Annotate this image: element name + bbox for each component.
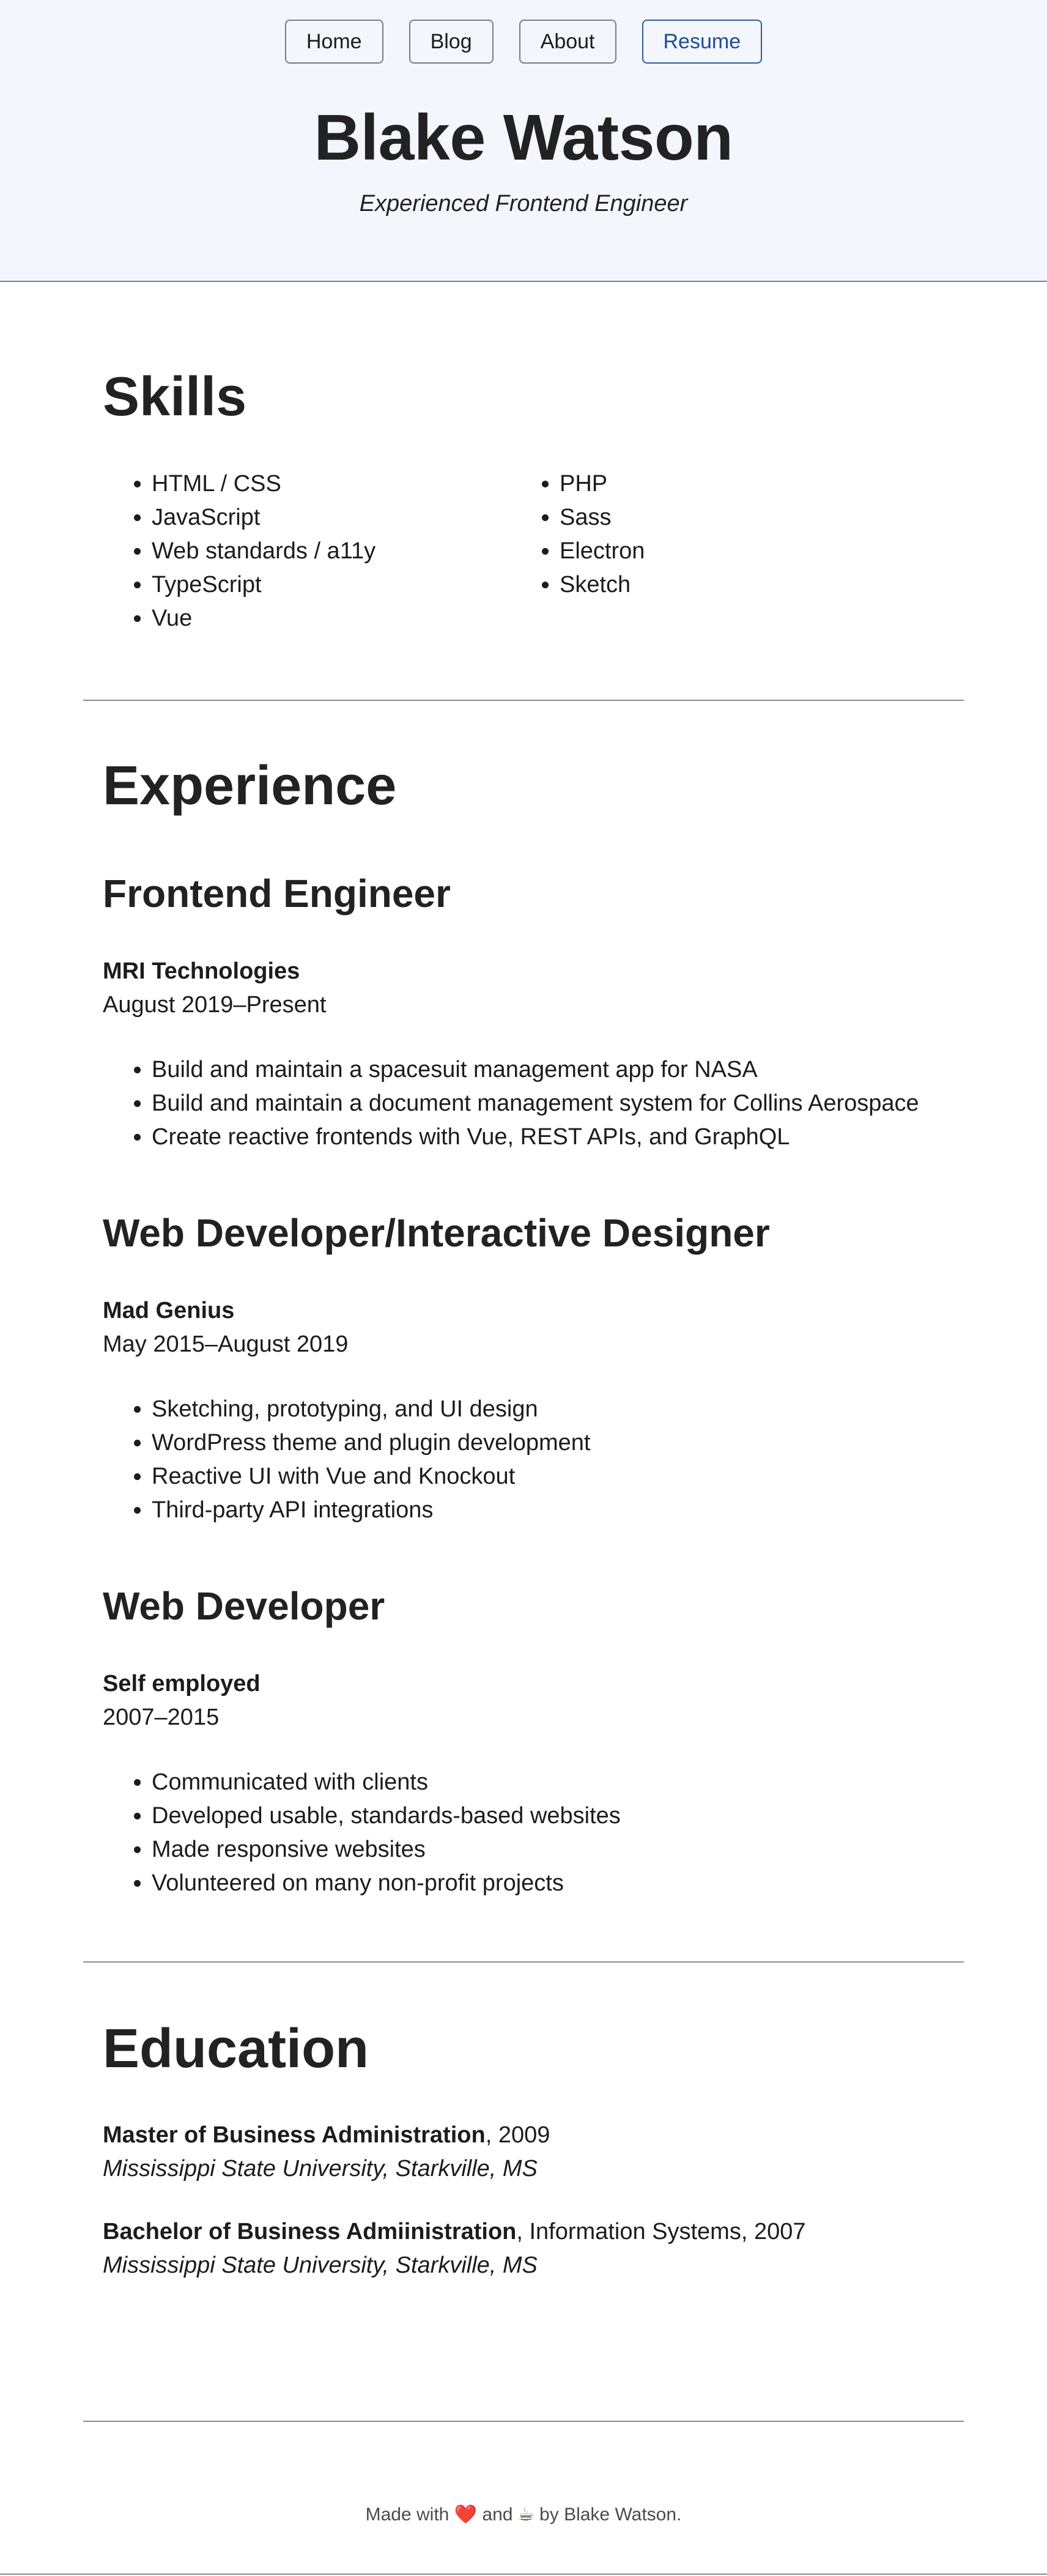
skill-item: TypeScript <box>152 568 494 602</box>
bottom-rule <box>0 2574 1047 2575</box>
school-name: Mississippi State University, Starkville… <box>103 2156 538 2182</box>
job-bullet: Communicated with clients <box>152 1766 1008 1799</box>
education-heading: Education <box>103 2018 369 2079</box>
degree-name: Master of Business Administration <box>103 2122 486 2148</box>
degree-detail: , 2009 <box>485 2122 550 2148</box>
job-title: Web Developer/Interactive Designer <box>103 1211 770 1255</box>
job-bullets: Sketching, prototyping, and UI design Wo… <box>103 1393 1008 1527</box>
skill-item: PHP <box>560 467 902 501</box>
job-company: MRI Technologies <box>103 958 300 984</box>
heart-icon: ❤️ <box>454 2504 478 2525</box>
nav-home-link[interactable]: Home <box>284 20 383 64</box>
job-company: Mad Genius <box>103 1298 235 1323</box>
job-bullets: Communicated with clients Developed usab… <box>103 1766 1008 1900</box>
degree-detail: , Information Systems, 2007 <box>516 2219 806 2245</box>
skill-item: Vue <box>152 602 494 635</box>
job-bullet: Developed usable, standards-based websit… <box>152 1799 1008 1833</box>
education-school-line: Mississippi State University, Starkville… <box>103 2252 538 2279</box>
skill-item: Electron <box>560 535 902 568</box>
skills-heading: Skills <box>103 366 247 427</box>
job-title: Web Developer <box>103 1584 385 1628</box>
section-divider <box>83 1961 964 1963</box>
section-divider <box>83 2421 964 2422</box>
main-nav: Home Blog About Resume <box>0 20 1047 64</box>
skill-item: Sketch <box>560 568 902 602</box>
job-company-line: Self employed <box>103 1671 261 1697</box>
job-bullet: Third-party API integrations <box>152 1493 1008 1527</box>
job-bullet: Volunteered on many non-profit projects <box>152 1867 1008 1900</box>
footer-prefix: Made with <box>365 2504 450 2525</box>
job-bullet: Reactive UI with Vue and Knockout <box>152 1460 1008 1493</box>
job-bullet: Sketching, prototyping, and UI design <box>152 1393 1008 1426</box>
nav-about-link[interactable]: About <box>519 20 616 64</box>
job-bullet: Build and maintain a spacesuit managemen… <box>152 1053 1008 1087</box>
section-divider <box>83 700 964 701</box>
experience-heading: Experience <box>103 755 397 816</box>
job-bullet: Build and maintain a document management… <box>152 1087 1008 1120</box>
site-title: Blake Watson <box>314 102 733 174</box>
education-school-line: Mississippi State University, Starkville… <box>103 2156 538 2182</box>
skill-item: Web standards / a11y <box>152 535 494 568</box>
education-degree-line: Master of Business Administration, 2009 <box>103 2122 550 2149</box>
coffee-icon: ☕ <box>517 2504 535 2525</box>
skill-item: Sass <box>560 501 902 535</box>
job-bullets: Build and maintain a spacesuit managemen… <box>103 1053 1008 1154</box>
site-subtitle: Experienced Frontend Engineer <box>359 191 688 217</box>
skills-list-right: PHP Sass Electron Sketch <box>511 467 902 602</box>
job-company: Self employed <box>103 1671 261 1697</box>
job-dates: 2007–2015 <box>103 1704 220 1730</box>
job-bullet: WordPress theme and plugin development <box>152 1426 1008 1460</box>
skills-list-left: HTML / CSS JavaScript Web standards / a1… <box>103 467 494 635</box>
footer-and: and <box>482 2504 513 2525</box>
job-title: Frontend Engineer <box>103 872 451 916</box>
job-company-line: MRI Technologies <box>103 958 300 985</box>
nav-blog-link[interactable]: Blog <box>409 20 494 64</box>
nav-resume-link[interactable]: Resume <box>642 20 763 64</box>
education-degree-line: Bachelor of Business Admiinistration, In… <box>103 2219 805 2245</box>
degree-name: Bachelor of Business Admiinistration <box>103 2219 517 2245</box>
job-company-line: Mad Genius <box>103 1298 234 1324</box>
site-header: Home Blog About Resume Blake Watson Expe… <box>0 0 1047 282</box>
footer-suffix: by Blake Watson. <box>539 2504 682 2525</box>
job-dates: May 2015–August 2019 <box>103 1331 349 1357</box>
school-name: Mississippi State University, Starkville… <box>103 2252 538 2278</box>
skill-item: HTML / CSS <box>152 467 494 501</box>
job-bullet: Create reactive frontends with Vue, REST… <box>152 1120 1008 1154</box>
site-footer: Made with ❤️ and ☕ by Blake Watson. <box>0 2504 1047 2525</box>
job-bullet: Made responsive websites <box>152 1833 1008 1867</box>
job-dates: August 2019–Present <box>103 992 327 1018</box>
skill-item: JavaScript <box>152 501 494 535</box>
